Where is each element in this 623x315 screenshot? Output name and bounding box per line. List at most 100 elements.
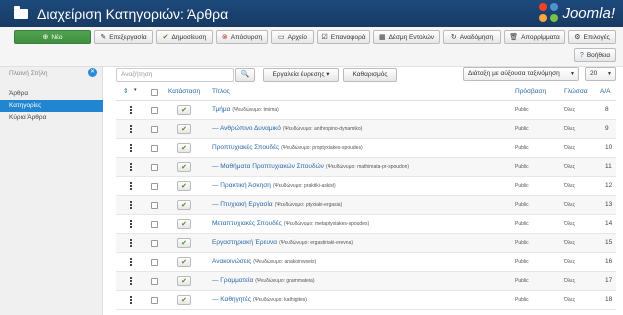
access-cell: Public: [515, 278, 529, 284]
row-checkbox[interactable]: [151, 164, 158, 171]
published-status-button[interactable]: ✔: [177, 276, 191, 286]
category-title-cell: — Ανθρώπινο Δυναμικό (Ψευδώνυμο: anthropi…: [212, 125, 362, 132]
published-status-button[interactable]: ✔: [177, 162, 191, 172]
category-alias: (Ψευδώνυμο: kathigites): [253, 297, 307, 303]
row-checkbox[interactable]: [151, 183, 158, 190]
check-icon: ✔: [181, 221, 187, 228]
search-input[interactable]: Αναζήτηση: [116, 68, 234, 82]
sidebar-item-featured[interactable]: Κύρια Άρθρα: [0, 112, 103, 124]
header-title[interactable]: Τίτλος: [212, 88, 230, 95]
access-cell: Public: [515, 126, 529, 132]
category-alias: (Ψευδώνυμο: ptyxiaki-ergasia): [274, 202, 343, 208]
published-status-button[interactable]: ✔: [177, 257, 191, 267]
limit-select[interactable]: 20 ▼: [585, 67, 616, 81]
batch-button[interactable]: ▦ Δέσμη Εντολών: [373, 30, 440, 44]
published-status-button[interactable]: ✔: [177, 105, 191, 115]
row-checkbox[interactable]: [151, 145, 158, 152]
chevron-down-icon: ▼: [607, 71, 612, 77]
options-button[interactable]: ⚙ Επιλογές: [568, 30, 616, 44]
sort-select[interactable]: Διάταξη με αύξουσα ταξινόμηση ▼: [463, 67, 579, 81]
check-icon: ✔: [181, 164, 187, 171]
access-cell: Public: [515, 240, 529, 246]
page-title: Διαχείριση Κατηγοριών: Άρθρα: [37, 5, 229, 22]
rebuild-button[interactable]: ↻ Αναδόμηση: [443, 30, 501, 44]
access-cell: Public: [515, 164, 529, 170]
header-status[interactable]: Κατάσταση: [168, 88, 200, 95]
new-button[interactable]: ⊕ Νέο: [14, 30, 91, 44]
access-cell: Public: [515, 202, 529, 208]
published-status-button[interactable]: ✔: [177, 219, 191, 229]
category-title-link[interactable]: Εργαστηριακή Έρευνα: [212, 239, 277, 246]
sidebar-item-categories[interactable]: Κατηγορίες: [0, 100, 103, 112]
close-sidebar-icon[interactable]: ✕: [88, 68, 97, 77]
category-title-link[interactable]: Προπτυχιακές Σπουδές: [212, 144, 279, 151]
category-alias: (Ψευδώνυμο: mathimata-pr-spoudon): [325, 164, 410, 170]
drag-handle-icon[interactable]: [130, 144, 132, 152]
header-id[interactable]: Α/Α: [600, 88, 610, 95]
row-checkbox[interactable]: [151, 278, 158, 285]
drag-handle-icon[interactable]: [130, 163, 132, 171]
category-title-link[interactable]: — Γραμματεία: [212, 277, 253, 284]
header-language[interactable]: Γλώσσα: [564, 88, 588, 95]
drag-handle-icon[interactable]: [130, 220, 132, 228]
check-icon: ✔: [181, 126, 187, 133]
drag-handle-icon[interactable]: [130, 106, 132, 114]
batch-icon: ▦: [378, 34, 386, 41]
published-status-button[interactable]: ✔: [177, 295, 191, 305]
published-status-button[interactable]: ✔: [177, 238, 191, 248]
published-status-button[interactable]: ✔: [177, 143, 191, 153]
published-status-button[interactable]: ✔: [177, 181, 191, 191]
search-button[interactable]: 🔍: [235, 68, 255, 82]
access-cell: Public: [515, 297, 529, 303]
category-title-link[interactable]: Ανακοινώσεις: [212, 258, 251, 265]
access-cell: Public: [515, 183, 529, 189]
clear-button[interactable]: Καθαρισμός: [343, 68, 397, 82]
published-status-button[interactable]: ✔: [177, 200, 191, 210]
row-checkbox[interactable]: [151, 240, 158, 247]
sidebar-item-articles[interactable]: Άρθρα: [0, 88, 103, 100]
select-all-checkbox[interactable]: [151, 89, 158, 96]
checkin-button[interactable]: ☑ Επαναφορά: [317, 30, 370, 44]
category-title-cell: Εργαστηριακή Έρευνα (Ψευδώνυμο: ergastiri…: [212, 239, 353, 246]
drag-handle-icon[interactable]: [130, 182, 132, 190]
category-title-link[interactable]: — Μαθήματα Προπτυχιακών Σπουδών: [212, 163, 324, 170]
trash-button[interactable]: 🗑 Απορρίμματα: [504, 30, 565, 44]
unpublish-button[interactable]: ⊗ Απόσυρση: [216, 30, 268, 44]
archive-button[interactable]: ▭ Αρχείο: [271, 30, 314, 44]
drag-handle-icon[interactable]: [130, 239, 132, 247]
table-row: ✔ — Μαθήματα Προπτυχιακών Σπουδών (Ψευδώνυ…: [116, 158, 616, 177]
category-title-cell: Τμήμα (Ψευδώνυμο: tmima): [212, 106, 279, 113]
id-cell: 18: [605, 296, 613, 303]
category-title-link[interactable]: — Καθηγητές: [212, 296, 251, 303]
id-cell: 16: [605, 258, 613, 265]
category-title-link[interactable]: — Ανθρώπινο Δυναμικό: [212, 125, 281, 132]
row-checkbox[interactable]: [151, 221, 158, 228]
category-title-cell: — Γραμματεία (Ψευδώνυμο: grammateia): [212, 277, 315, 284]
row-checkbox[interactable]: [151, 202, 158, 209]
row-checkbox[interactable]: [151, 126, 158, 133]
drag-handle-icon[interactable]: [130, 201, 132, 209]
row-checkbox[interactable]: [151, 259, 158, 266]
row-checkbox[interactable]: [151, 107, 158, 114]
drag-handle-icon[interactable]: [130, 296, 132, 304]
row-checkbox[interactable]: [151, 297, 158, 304]
edit-icon: ✎: [100, 34, 107, 41]
edit-button[interactable]: ✎ Επεξεργασία: [94, 30, 153, 44]
drag-handle-icon[interactable]: [130, 125, 132, 133]
ordering-sort-icon[interactable]: ⇕: [123, 87, 128, 95]
drag-handle-icon[interactable]: [130, 277, 132, 285]
category-title-link[interactable]: Τμήμα: [212, 106, 230, 113]
trash-icon: 🗑: [509, 34, 519, 41]
drag-handle-icon[interactable]: [130, 258, 132, 266]
publish-button[interactable]: ✔ Δημοσίευση: [156, 30, 213, 44]
search-tools-button[interactable]: Εργαλεία έυρεσης ▾: [263, 68, 339, 82]
help-button[interactable]: ? Βοήθεια: [574, 48, 616, 62]
header-access[interactable]: Πρόσβαση: [515, 88, 546, 95]
checkin-icon: ☑: [321, 34, 328, 41]
published-status-button[interactable]: ✔: [177, 124, 191, 134]
access-cell: Public: [515, 107, 529, 113]
category-title-link[interactable]: Μεταπτυχιακές Σπουδές: [212, 220, 282, 227]
category-title-link[interactable]: — Πρακτική Άσκηση: [212, 182, 271, 189]
category-title-link[interactable]: — Πτυχιακή Εργασία: [212, 201, 273, 208]
table-row: ✔ Ανακοινώσεις (Ψευδώνυμο: anakoinwseis) Pu…: [116, 253, 616, 272]
